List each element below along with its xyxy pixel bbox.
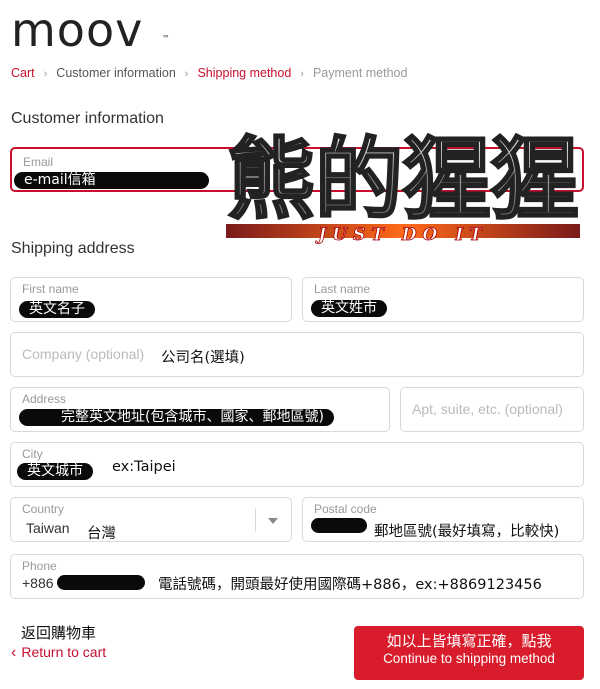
email-value: e-mail信箱: [14, 172, 209, 189]
watermark-graphic: 熊的猩猩 JUST DO IT: [226, 127, 581, 244]
city-value: 英文城市: [17, 463, 93, 480]
last-name-label: Last name: [314, 282, 371, 296]
phone-label: Phone: [22, 559, 57, 573]
shipping-address-title: Shipping address: [11, 240, 135, 257]
postal-code-note: 郵地區號(最好填寫，比較快): [374, 524, 560, 540]
first-name-value: 英文名子: [19, 301, 95, 318]
continue-button-label: Continue to shipping method: [383, 651, 555, 666]
phone-note: 電話號碼，開頭最好使用國際碼+886，ex:+8869123456: [158, 577, 542, 593]
return-to-cart-link[interactable]: ‹ Return to cart: [11, 644, 106, 662]
first-name-field[interactable]: First name 英文名子: [10, 277, 292, 322]
last-name-value: 英文姓市: [311, 300, 387, 317]
chevron-right-icon: ›: [184, 68, 189, 80]
address-label: Address: [22, 392, 67, 406]
last-name-field[interactable]: Last name 英文姓市: [302, 277, 584, 322]
postal-code-field[interactable]: Postal code 郵地區號(最好填寫，比較快): [302, 497, 584, 542]
trademark-symbol: ™: [162, 34, 171, 43]
apartment-field[interactable]: Apt, suite, etc. (optional): [400, 387, 584, 432]
address-value: 完整英文地址(包含城市、國家、郵地區號): [19, 409, 334, 426]
breadcrumb-payment-method: Payment method: [312, 66, 408, 80]
email-label: Email: [23, 155, 54, 169]
postal-code-label: Postal code: [314, 502, 377, 516]
continue-button-note: 如以上皆填寫正確，點我: [386, 632, 552, 650]
phone-prefix: +886: [22, 575, 54, 591]
back-to-cart-note: 返回購物車: [21, 624, 97, 642]
breadcrumb-customer-information: Customer information: [56, 66, 176, 80]
phone-field[interactable]: Phone +886 電話號碼，開頭最好使用國際碼+886，ex:+886912…: [10, 554, 584, 599]
moov-logo[interactable]: moov ™: [11, 6, 170, 54]
address-field[interactable]: Address 完整英文地址(包含城市、國家、郵地區號): [10, 387, 390, 432]
company-field[interactable]: Company (optional) 公司名(選填): [10, 332, 584, 377]
apartment-placeholder: Apt, suite, etc. (optional): [412, 401, 563, 417]
customer-info-title: Customer information: [11, 110, 164, 127]
company-placeholder: Company (optional): [22, 346, 145, 362]
phone-value-redacted: [57, 575, 145, 590]
breadcrumb-cart[interactable]: Cart: [11, 66, 35, 80]
city-field[interactable]: City 英文城市 ex:Taipei: [10, 442, 584, 487]
watermark-subtitle: JUST DO IT: [315, 225, 488, 244]
chevron-down-icon[interactable]: [268, 518, 278, 524]
chevron-right-icon: ›: [300, 68, 304, 80]
country-select[interactable]: Country Taiwan 台灣: [10, 497, 292, 542]
breadcrumb: Cart › Customer information › Shipping metho…: [11, 66, 407, 80]
watermark-title: 熊的猩猩: [227, 128, 579, 231]
return-to-cart-label: Return to cart: [21, 644, 107, 660]
chevron-right-icon: ›: [43, 68, 48, 80]
continue-to-shipping-button[interactable]: 如以上皆填寫正確，點我 Continue to shipping method: [354, 626, 584, 680]
country-value: Taiwan: [26, 520, 70, 536]
breadcrumb-shipping-method: Shipping method: [197, 66, 292, 80]
select-divider: [255, 508, 256, 532]
first-name-label: First name: [22, 282, 79, 296]
city-note: ex:Taipei: [112, 459, 176, 475]
postal-code-value-redacted: [311, 518, 367, 533]
company-note: 公司名(選填): [161, 350, 245, 366]
city-label: City: [22, 447, 43, 461]
chevron-left-icon: ‹: [11, 644, 17, 661]
country-label: Country: [22, 502, 65, 516]
country-note: 台灣: [87, 526, 116, 542]
